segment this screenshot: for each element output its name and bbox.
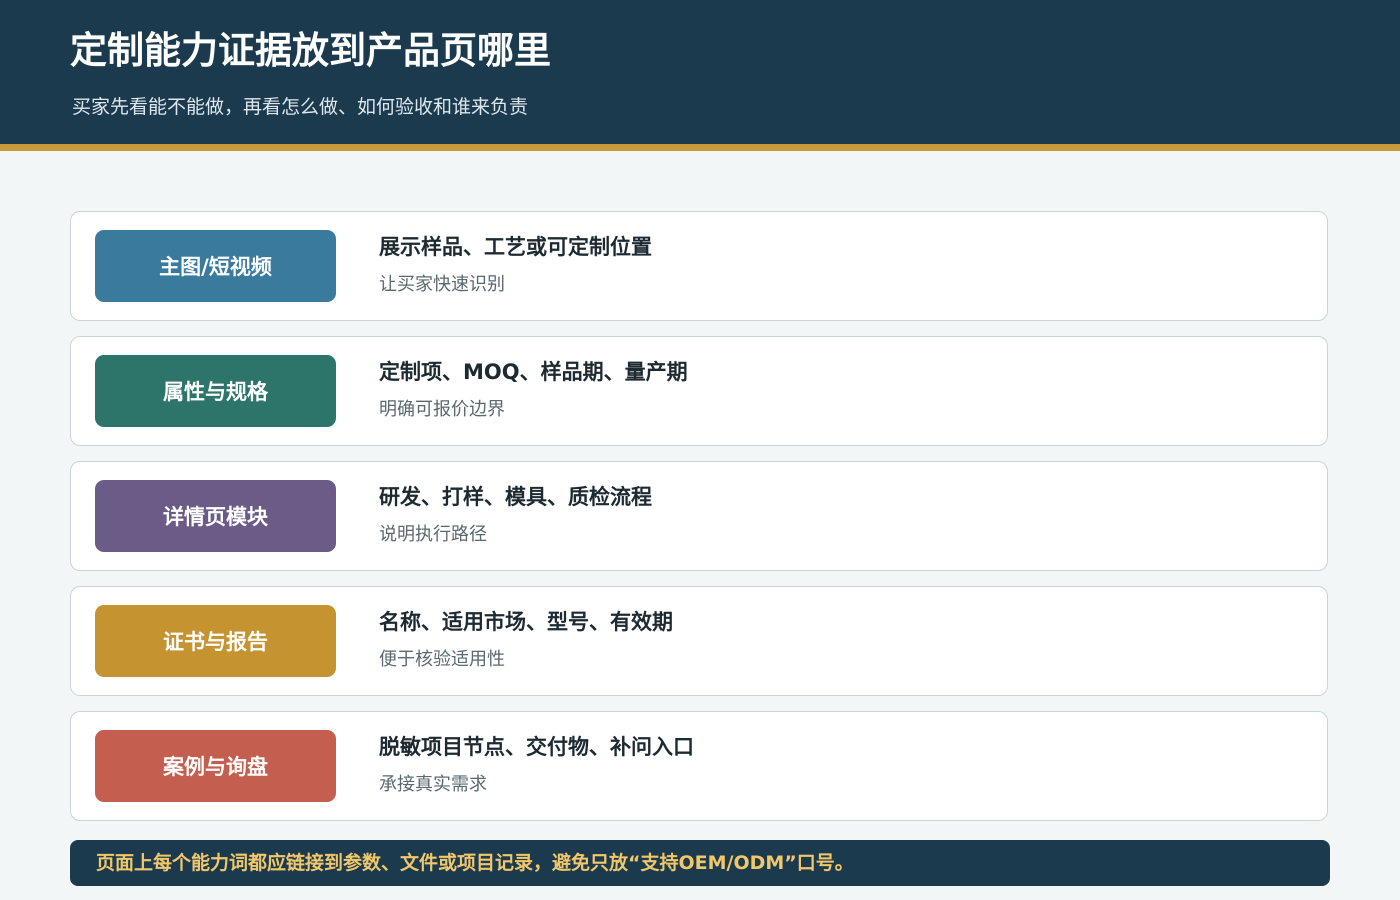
card-title: 名称、适用市场、型号、有效期 xyxy=(379,610,673,634)
card-tag-badge: 证书与报告 xyxy=(95,605,336,677)
card-description: 说明执行路径 xyxy=(379,524,487,545)
footer-note-bar: 页面上每个能力词都应链接到参数、文件或项目记录，避免只放“支持OEM/ODM”口… xyxy=(70,840,1330,886)
footer-note-text: 页面上每个能力词都应链接到参数、文件或项目记录，避免只放“支持OEM/ODM”口… xyxy=(96,852,854,874)
card-title: 展示样品、工艺或可定制位置 xyxy=(379,235,652,259)
card-tag-badge: 案例与询盘 xyxy=(95,730,336,802)
card-tag-badge: 属性与规格 xyxy=(95,355,336,427)
evidence-card-attributes: 属性与规格 定制项、MOQ、样品期、量产期 明确可报价边界 xyxy=(70,336,1328,446)
card-tag-badge: 详情页模块 xyxy=(95,480,336,552)
card-title: 定制项、MOQ、样品期、量产期 xyxy=(379,360,688,384)
card-description: 让买家快速识别 xyxy=(379,274,505,295)
card-title: 研发、打样、模具、质检流程 xyxy=(379,485,652,509)
evidence-card-cases: 案例与询盘 脱敏项目节点、交付物、补问入口 承接真实需求 xyxy=(70,711,1328,821)
header-accent-rule xyxy=(0,144,1400,151)
page-subtitle: 买家先看能不能做，再看怎么做、如何验收和谁来负责 xyxy=(72,96,529,118)
page-title: 定制能力证据放到产品页哪里 xyxy=(70,29,551,72)
evidence-card-main-image: 主图/短视频 展示样品、工艺或可定制位置 让买家快速识别 xyxy=(70,211,1328,321)
card-description: 便于核验适用性 xyxy=(379,649,505,670)
card-tag-badge: 主图/短视频 xyxy=(95,230,336,302)
evidence-card-detail-module: 详情页模块 研发、打样、模具、质检流程 说明执行路径 xyxy=(70,461,1328,571)
card-description: 明确可报价边界 xyxy=(379,399,505,420)
evidence-card-certificates: 证书与报告 名称、适用市场、型号、有效期 便于核验适用性 xyxy=(70,586,1328,696)
card-description: 承接真实需求 xyxy=(379,774,487,795)
card-title: 脱敏项目节点、交付物、补问入口 xyxy=(379,735,694,759)
header-banner: 定制能力证据放到产品页哪里 买家先看能不能做，再看怎么做、如何验收和谁来负责 xyxy=(0,0,1400,144)
